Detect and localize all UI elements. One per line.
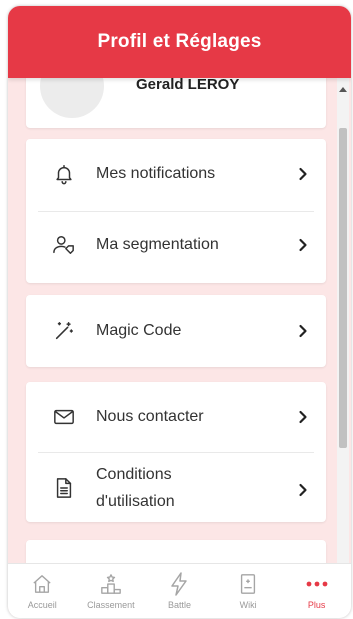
menu-item-label: Mes notifications <box>96 165 216 182</box>
tab-accueil[interactable]: Accueil <box>8 564 77 618</box>
chevron-right-icon <box>299 410 307 424</box>
home-icon <box>30 572 54 596</box>
divider <box>38 211 314 212</box>
divider <box>38 452 314 453</box>
settings-group-2: Magic Code <box>26 295 326 367</box>
document-icon <box>52 476 76 500</box>
settings-group-1: Mes notifications Ma segmentation <box>26 139 326 283</box>
profile-name: Gerald LEROY <box>136 76 240 93</box>
tab-plus[interactable]: Plus <box>282 564 351 618</box>
bell-icon <box>52 162 76 186</box>
bottom-tab-bar: Accueil Classement Battle Wiki Plus <box>8 563 351 618</box>
scrollbar-thumb[interactable] <box>339 128 347 448</box>
scroll-up-arrow-icon[interactable] <box>339 86 347 92</box>
tab-classement[interactable]: Classement <box>77 564 146 618</box>
menu-item-notifications[interactable]: Mes notifications <box>26 161 326 187</box>
menu-item-magic-code[interactable]: Magic Code <box>26 318 326 344</box>
settings-content[interactable]: Gerald LEROY Mes notifications Ma segmen… <box>8 6 351 563</box>
menu-item-label: Magic Code <box>96 322 182 339</box>
more-dots-icon <box>305 572 329 596</box>
chevron-right-icon <box>299 238 307 252</box>
menu-item-segmentation[interactable]: Ma segmentation <box>26 232 326 258</box>
settings-group-3: Nous contacter Conditions d'utilisation <box>26 382 326 522</box>
menu-item-label: Ma segmentation <box>96 236 219 253</box>
app-screen: Gerald LEROY Mes notifications Ma segmen… <box>8 6 351 618</box>
chevron-right-icon <box>299 167 307 181</box>
tab-label: Plus <box>307 600 326 610</box>
menu-item-contact[interactable]: Nous contacter <box>26 404 326 430</box>
tab-label: Accueil <box>27 600 57 610</box>
page-title: Profil et Réglages <box>97 31 262 52</box>
tab-label: Battle <box>167 600 191 610</box>
tab-label: Classement <box>87 600 135 610</box>
menu-item-terms[interactable]: Conditions d'utilisation <box>26 461 326 515</box>
settings-group-4 <box>26 540 326 563</box>
tab-battle[interactable]: Battle <box>145 564 214 618</box>
app-header: Profil et Réglages <box>8 6 351 78</box>
podium-icon <box>99 572 123 596</box>
lightning-icon <box>167 572 191 596</box>
tab-label: Wiki <box>239 600 257 610</box>
menu-item-label-line2: d'utilisation <box>96 493 175 510</box>
chevron-right-icon <box>299 483 307 497</box>
envelope-icon <box>52 405 76 429</box>
book-icon <box>236 572 260 596</box>
menu-item-label-line1: Conditions <box>96 466 172 483</box>
menu-item-label: Nous contacter <box>96 408 204 425</box>
magic-wand-icon <box>52 319 76 343</box>
user-tag-icon <box>52 233 76 257</box>
chevron-right-icon <box>299 324 307 338</box>
tab-wiki[interactable]: Wiki <box>214 564 283 618</box>
